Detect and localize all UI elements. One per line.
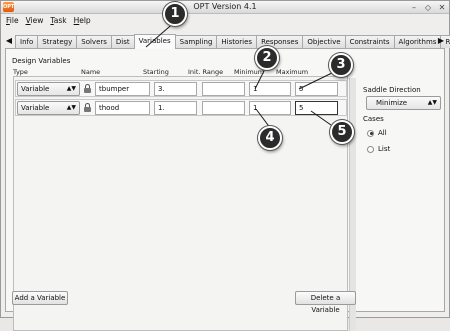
callout-badge-2: 2 bbox=[255, 46, 279, 70]
name-field[interactable]: thood bbox=[95, 101, 150, 115]
section-title: Design Variables bbox=[12, 57, 71, 65]
saddle-direction-select[interactable]: Minimize ▲▼ bbox=[366, 96, 441, 110]
tab-solvers[interactable]: Solvers bbox=[76, 35, 112, 48]
col-header-minimum: Minimum bbox=[234, 68, 265, 76]
lock-icon[interactable] bbox=[84, 84, 91, 93]
add-variable-button[interactable]: Add a Variable bbox=[12, 291, 68, 305]
init-range-field[interactable] bbox=[202, 101, 245, 115]
close-icon[interactable]: ✕ bbox=[438, 3, 446, 12]
tab-info[interactable]: Info bbox=[15, 35, 39, 48]
cases-list-radio[interactable]: List bbox=[367, 145, 390, 153]
minimize-icon[interactable]: – bbox=[410, 3, 418, 12]
window-controls: – ◇ ✕ bbox=[410, 3, 446, 12]
menu-bar: File View Task Help bbox=[1, 14, 449, 27]
updown-chevron-icon: ▲▼ bbox=[427, 99, 437, 106]
callout-badge-3: 3 bbox=[329, 53, 353, 77]
callout-badge-1: 1 bbox=[163, 2, 187, 26]
tab-scroll-right-icon[interactable]: ▶ bbox=[437, 36, 445, 46]
title-bar: OPT OPT Version 4.1 – ◇ ✕ bbox=[1, 1, 449, 14]
updown-chevron-icon: ▲▼ bbox=[66, 104, 76, 111]
maximum-field[interactable]: 5 bbox=[295, 82, 338, 96]
tab-strategy[interactable]: Strategy bbox=[37, 35, 78, 48]
maximum-field[interactable]: 5 bbox=[295, 101, 338, 115]
tab-dist[interactable]: Dist bbox=[110, 35, 135, 48]
radio-selected-icon[interactable] bbox=[367, 129, 374, 137]
updown-chevron-icon: ▲▼ bbox=[66, 85, 76, 92]
col-header-name: Name bbox=[81, 68, 101, 76]
starting-field[interactable]: 3. bbox=[154, 82, 197, 96]
cases-all-radio[interactable]: All bbox=[367, 129, 387, 137]
tab-constraints[interactable]: Constraints bbox=[344, 35, 395, 48]
lock-icon[interactable] bbox=[84, 103, 91, 112]
tab-sampling[interactable]: Sampling bbox=[174, 35, 218, 48]
starting-field[interactable]: 1. bbox=[154, 101, 197, 115]
menu-file[interactable]: File bbox=[6, 16, 19, 25]
tab-bar: ◀ Info Strategy Solvers Dist Variables S… bbox=[5, 34, 450, 49]
maximize-icon[interactable]: ◇ bbox=[424, 3, 432, 12]
type-select[interactable]: Variable ▲▼ bbox=[17, 101, 80, 115]
callout-badge-4: 4 bbox=[258, 126, 282, 150]
table-row: Variable ▲▼ thood 1. 1 5 bbox=[15, 99, 347, 116]
cases-list-label: List bbox=[378, 145, 391, 153]
tab-objective[interactable]: Objective bbox=[302, 35, 346, 48]
saddle-direction-label: Saddle Direction bbox=[363, 86, 421, 94]
radio-unselected-icon[interactable] bbox=[367, 145, 374, 153]
variables-panel: Design Variables Type Name Starting Init… bbox=[5, 48, 445, 331]
cases-label: Cases bbox=[363, 115, 384, 123]
tab-histories[interactable]: Histories bbox=[216, 35, 258, 48]
init-range-field[interactable] bbox=[202, 82, 245, 96]
col-header-maximum: Maximum bbox=[276, 68, 309, 76]
menu-task[interactable]: Task bbox=[50, 16, 66, 25]
callout-badge-5: 5 bbox=[330, 120, 354, 144]
window-title: OPT Version 4.1 bbox=[193, 2, 257, 11]
menu-help[interactable]: Help bbox=[74, 16, 91, 25]
table-row: Variable ▲▼ tbumper 3. 1 5 bbox=[15, 80, 347, 97]
minimum-field[interactable]: 1 bbox=[249, 82, 291, 96]
delete-variable-button[interactable]: Delete a Variable bbox=[295, 291, 356, 314]
minimum-field[interactable]: 1 bbox=[249, 101, 291, 115]
type-select[interactable]: Variable ▲▼ bbox=[17, 82, 80, 96]
tab-scroll-left-icon[interactable]: ◀ bbox=[5, 36, 13, 46]
name-field[interactable]: tbumper bbox=[95, 82, 150, 96]
cases-all-label: All bbox=[378, 129, 387, 137]
col-header-type: Type bbox=[13, 68, 28, 76]
col-header-init-range: Init. Range bbox=[188, 68, 224, 76]
menu-view[interactable]: View bbox=[26, 16, 44, 25]
col-header-starting: Starting bbox=[143, 68, 169, 76]
tab-algorithms[interactable]: Algorithms bbox=[393, 35, 442, 48]
app-window: OPT OPT Version 4.1 – ◇ ✕ File View Task… bbox=[0, 0, 450, 331]
tab-variables[interactable]: Variables bbox=[133, 34, 176, 49]
